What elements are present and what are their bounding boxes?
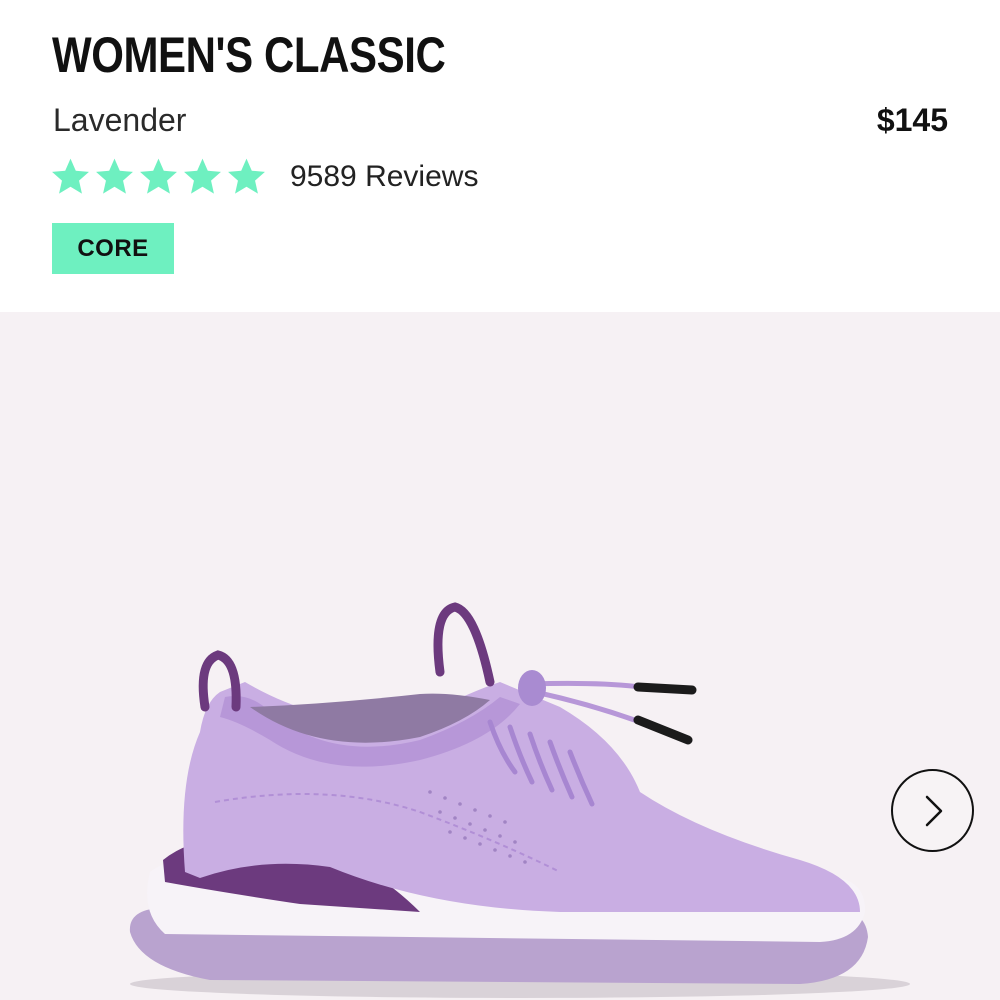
collection-badge: CORE <box>52 223 174 274</box>
shoe-image <box>129 602 910 998</box>
rating-row[interactable]: 9589 Reviews <box>50 156 478 197</box>
review-count[interactable]: 9589 Reviews <box>290 160 478 194</box>
star-icon <box>140 158 177 194</box>
product-color: Lavender <box>53 102 187 138</box>
next-image-button[interactable] <box>891 769 974 852</box>
product-title: WOMEN'S CLASSIC <box>52 27 446 83</box>
shoe-cord-tip-lower <box>633 715 693 745</box>
star-icon <box>52 158 89 194</box>
star-icon <box>228 158 265 194</box>
star-rating <box>50 156 267 197</box>
star-icon <box>184 158 221 194</box>
product-price: $145 <box>876 102 948 138</box>
shoe-cord-tip-upper <box>633 682 697 695</box>
shoe-cord-toggle <box>518 670 546 706</box>
shoe-tongue-loop <box>433 602 495 687</box>
chevron-right-icon <box>925 795 942 826</box>
shoe-cord <box>529 680 641 690</box>
star-icon <box>96 158 133 194</box>
product-image <box>0 312 1000 1000</box>
